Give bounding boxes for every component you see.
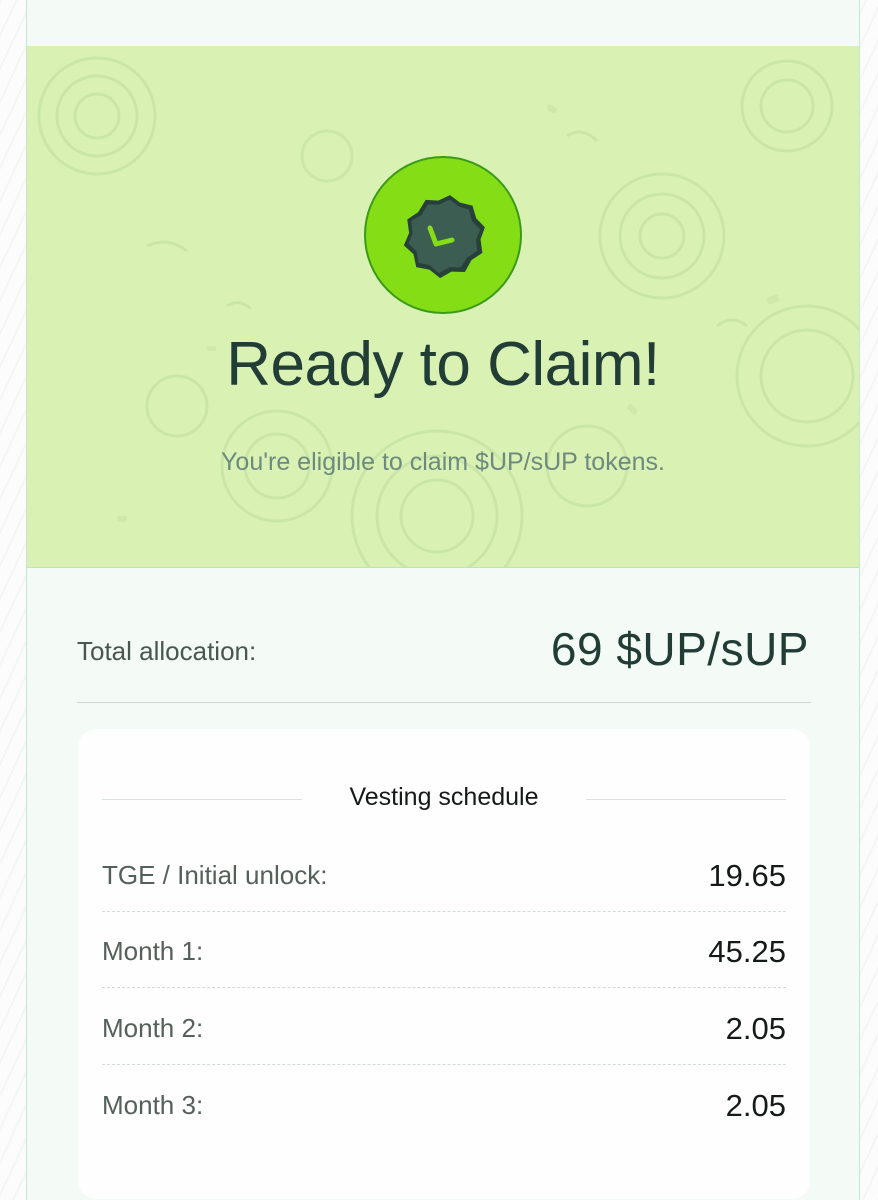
claim-hero: Ready to Claim! You're eligible to claim…: [27, 46, 859, 568]
vesting-row-label: Month 3:: [102, 1090, 204, 1120]
claim-subtitle: You're eligible to claim $UP/sUP tokens.: [221, 448, 665, 476]
card-top-strip: [27, 0, 859, 47]
vesting-row-divider: [102, 987, 786, 988]
allocation-divider: [77, 702, 811, 703]
vesting-row-label: Month 1:: [102, 936, 204, 966]
clock-badge-icon: [403, 195, 485, 279]
page: Ready to Claim! You're eligible to claim…: [0, 0, 878, 1200]
vesting-row-label: TGE / Initial unlock:: [102, 860, 328, 890]
vesting-row-value: 2.05: [725, 1011, 786, 1046]
claim-title: Ready to Claim!: [226, 330, 660, 399]
vesting-row-label: Month 2:: [102, 1013, 204, 1043]
total-allocation-value: 69 $UP/sUP: [550, 623, 809, 675]
claim-card: Ready to Claim! You're eligible to claim…: [26, 0, 860, 1200]
vesting-row-value: 19.65: [708, 858, 786, 893]
vesting-row-tge: TGE / Initial unlock: 19.65: [102, 836, 786, 912]
vesting-schedule-panel: Vesting schedule TGE / Initial unlock: 1…: [78, 729, 810, 1199]
vesting-row-month-1: Month 1: 45.25: [102, 912, 786, 988]
total-allocation-label: Total allocation:: [77, 636, 257, 666]
vesting-row-month-3: Month 3: 2.05: [102, 1066, 786, 1142]
vesting-schedule-heading: Vesting schedule: [349, 783, 539, 811]
vesting-heading-rule-right: [586, 799, 786, 800]
clock-badge: [364, 156, 522, 314]
vesting-row-value: 2.05: [725, 1088, 786, 1123]
vesting-row-divider: [102, 1064, 786, 1065]
vesting-row-value: 45.25: [708, 934, 786, 969]
vesting-row-month-2: Month 2: 2.05: [102, 989, 786, 1065]
